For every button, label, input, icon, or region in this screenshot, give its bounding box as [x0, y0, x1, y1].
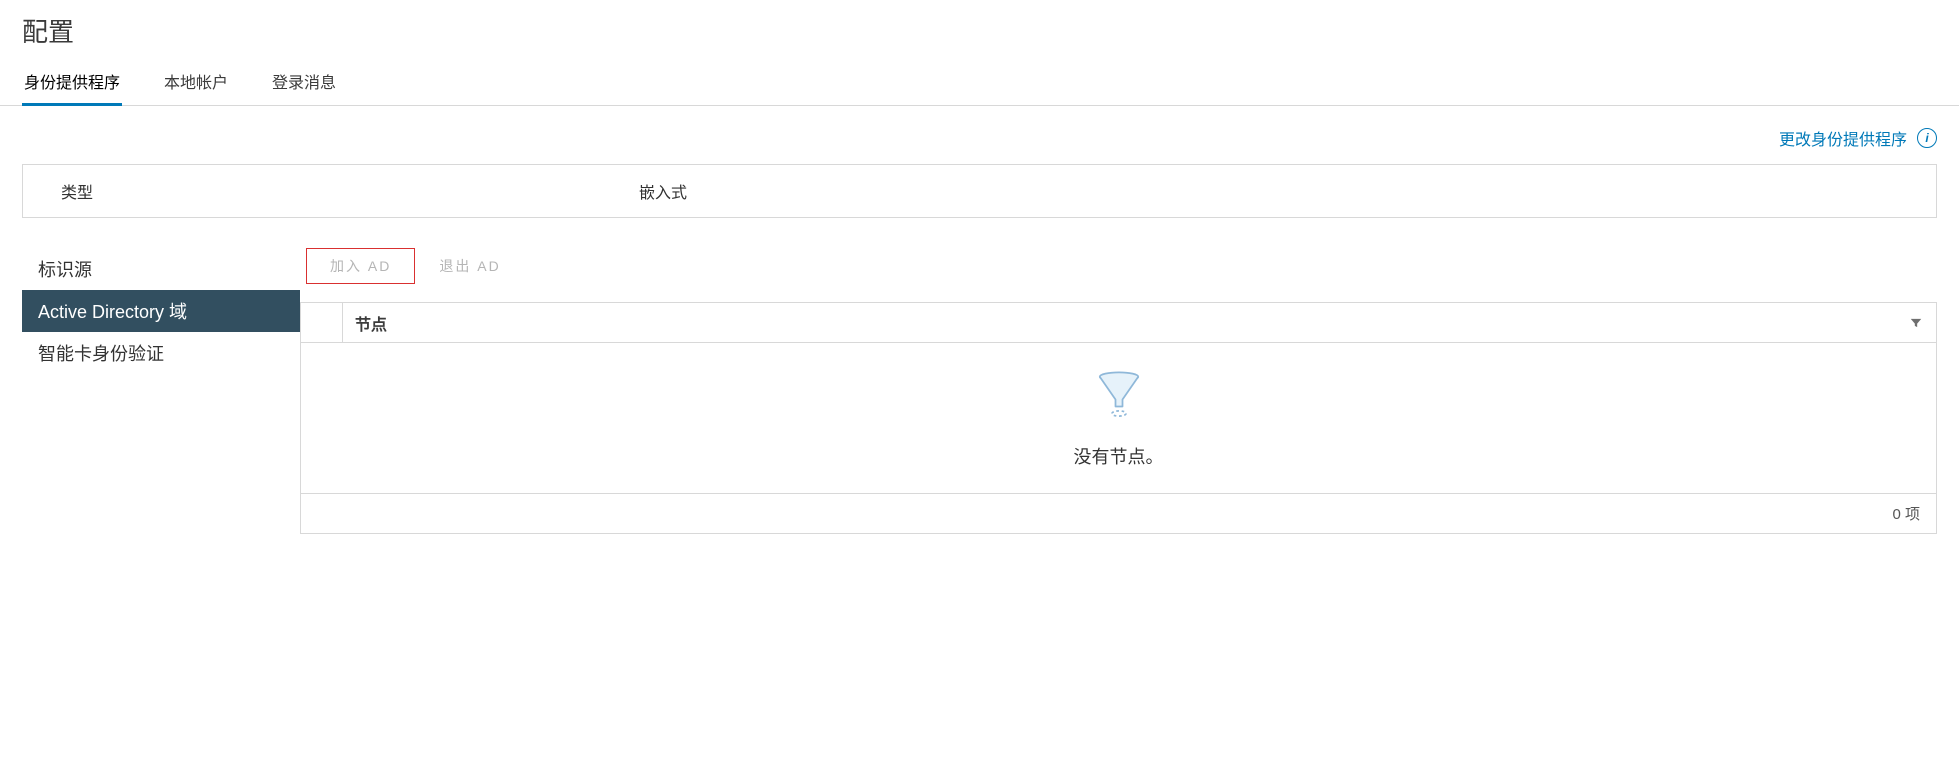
grid-body: 没有节点。	[301, 343, 1936, 493]
join-ad-button[interactable]: 加入 AD	[306, 248, 415, 284]
sidebar-item-identity-sources[interactable]: 标识源	[22, 248, 300, 290]
tab-login-message[interactable]: 登录消息	[270, 63, 338, 106]
grid-header: 节点	[301, 303, 1936, 343]
leave-ad-button[interactable]: 退出 AD	[415, 248, 524, 284]
type-panel: 类型 嵌入式	[22, 164, 1937, 218]
type-value: 嵌入式	[639, 179, 687, 203]
sidebar-item-smart-card-auth[interactable]: 智能卡身份验证	[22, 332, 300, 374]
nodes-grid: 节点 没有节点。	[300, 302, 1937, 534]
grid-select-column	[301, 303, 343, 342]
change-identity-provider-link[interactable]: 更改身份提供程序	[1779, 126, 1907, 150]
main-content: 加入 AD 退出 AD 节点	[300, 248, 1959, 534]
tabs: 身份提供程序 本地帐户 登录消息	[0, 63, 1959, 106]
sidebar-item-active-directory-domain[interactable]: Active Directory 域	[22, 290, 300, 332]
type-label: 类型	[39, 179, 639, 203]
grid-footer-count: 0 项	[1892, 503, 1920, 524]
sidebar: 标识源 Active Directory 域 智能卡身份验证	[0, 248, 300, 374]
page-title: 配置	[0, 12, 1959, 63]
grid-footer: 0 项	[301, 493, 1936, 533]
tab-identity-provider[interactable]: 身份提供程序	[22, 63, 122, 106]
info-icon[interactable]: i	[1917, 128, 1937, 148]
tab-local-accounts[interactable]: 本地帐户	[162, 63, 230, 106]
funnel-icon	[1091, 368, 1147, 427]
grid-empty-message: 没有节点。	[1074, 443, 1164, 469]
grid-column-node[interactable]: 节点	[343, 311, 1896, 335]
action-bar: 更改身份提供程序 i	[0, 106, 1959, 160]
ad-actions: 加入 AD 退出 AD	[300, 248, 1937, 284]
filter-icon[interactable]	[1896, 316, 1936, 330]
